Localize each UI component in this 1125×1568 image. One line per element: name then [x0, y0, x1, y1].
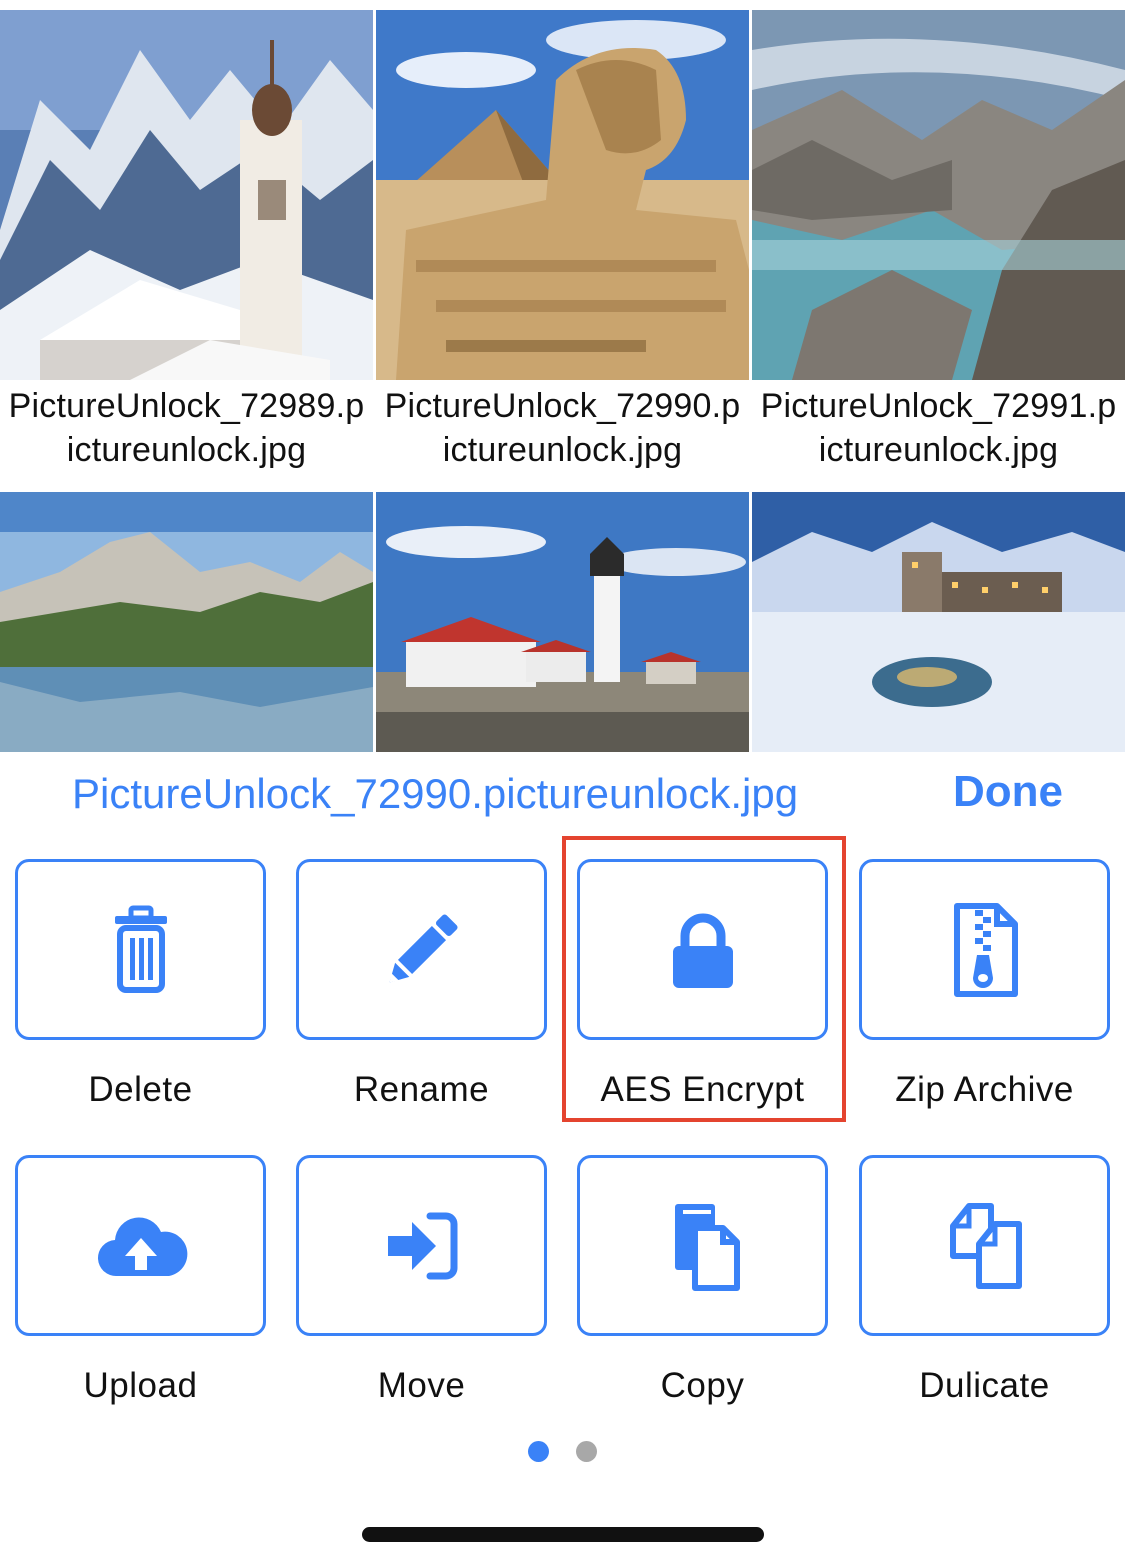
rename-button[interactable]: [296, 859, 547, 1040]
zip-archive-action[interactable]: Zip Archive: [859, 859, 1110, 1110]
selected-file-title: PictureUnlock_72990.pictureunlock.jpg: [72, 770, 799, 817]
move-action[interactable]: Move: [296, 1155, 547, 1406]
duplicate-action[interactable]: Dulicate: [859, 1155, 1110, 1406]
duplicate-icon: [949, 1202, 1022, 1289]
thumbnail-coast[interactable]: [752, 10, 1125, 380]
alpine-church-icon: [0, 10, 373, 380]
home-indicator[interactable]: [362, 1527, 764, 1542]
duplicate-label: Dulicate: [919, 1366, 1050, 1405]
mountain-lake-icon: [0, 492, 373, 752]
sphinx-pyramid-icon: [376, 10, 749, 380]
thumbnail-snow-village[interactable]: [752, 492, 1125, 752]
upload-label: Upload: [83, 1366, 198, 1405]
pencil-icon: [388, 913, 458, 983]
copy-label: Copy: [660, 1366, 745, 1405]
rename-label: Rename: [353, 1070, 490, 1109]
upload-action[interactable]: Upload: [15, 1155, 266, 1406]
cloud-upload-icon: [97, 1216, 187, 1276]
duplicate-button[interactable]: [859, 1155, 1110, 1336]
upload-button[interactable]: [15, 1155, 266, 1336]
thumbnail-caption: PictureUnlock_72990.pictureunlock.jpg: [384, 387, 741, 469]
snow-village-icon: [752, 492, 1125, 752]
thumbnail-caption: PictureUnlock_72991.pictureunlock.jpg: [760, 387, 1117, 469]
thumbnail-lighthouse[interactable]: [376, 492, 749, 752]
rocky-coast-icon: [752, 10, 1125, 380]
thumbnail-sphinx[interactable]: [376, 10, 749, 380]
thumbnail-mountain-lake[interactable]: [0, 492, 373, 752]
lighthouse-icon: [376, 492, 749, 752]
rename-action[interactable]: Rename: [296, 859, 547, 1110]
delete-action[interactable]: Delete: [15, 859, 266, 1110]
done-button[interactable]: Done: [953, 767, 1063, 817]
move-button[interactable]: [296, 1155, 547, 1336]
zip-archive-label: Zip Archive: [895, 1070, 1074, 1109]
move-in-icon: [387, 1212, 457, 1279]
copy-action[interactable]: Copy: [577, 1155, 828, 1406]
thumbnail-caption: PictureUnlock_72989.pictureunlock.jpg: [8, 387, 365, 469]
thumbnail-church[interactable]: [0, 10, 373, 380]
zip-archive-button[interactable]: [859, 859, 1110, 1040]
selection-highlight: [562, 836, 846, 1122]
trash-icon: [114, 905, 167, 993]
page-dot-active[interactable]: [528, 1441, 549, 1462]
delete-button[interactable]: [15, 859, 266, 1040]
zip-file-icon: [953, 902, 1018, 997]
delete-label: Delete: [88, 1070, 193, 1109]
copy-button[interactable]: [577, 1155, 828, 1336]
move-label: Move: [377, 1366, 466, 1405]
copy-icon: [674, 1203, 740, 1291]
page-dot[interactable]: [576, 1441, 597, 1462]
